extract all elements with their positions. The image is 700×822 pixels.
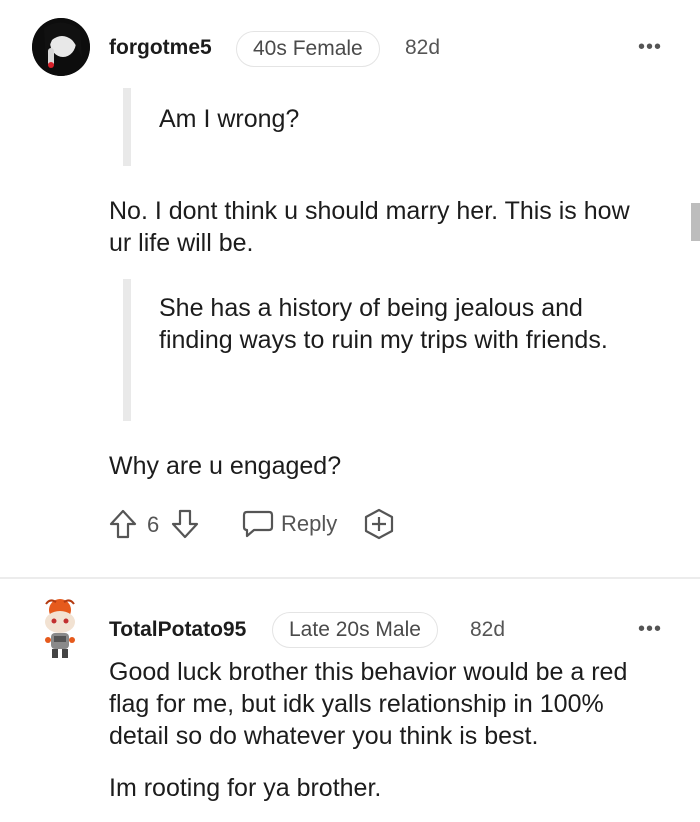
user-flair: 40s Female xyxy=(236,31,380,67)
quoted-text: She has a history of being jealous and f… xyxy=(159,294,608,354)
username[interactable]: forgotme5 xyxy=(109,36,212,60)
comment-age: 82d xyxy=(405,36,441,59)
more-options-icon[interactable]: ••• xyxy=(638,618,662,641)
user-avatar-image xyxy=(32,18,90,76)
user-flair: Late 20s Male xyxy=(272,612,438,648)
comment-text: No. I dont think u should marry her. Thi… xyxy=(109,197,630,257)
quote-bar xyxy=(123,279,131,421)
comment-text: Good luck brother this behavior would be… xyxy=(109,658,628,750)
avatar[interactable] xyxy=(36,598,84,660)
reply-icon[interactable] xyxy=(241,509,275,539)
award-icon[interactable] xyxy=(362,507,396,541)
reply-button[interactable]: Reply xyxy=(281,511,337,537)
avatar[interactable] xyxy=(32,18,90,76)
quoted-text: Am I wrong? xyxy=(159,105,300,133)
user-avatar-image xyxy=(45,599,75,658)
upvote-icon[interactable] xyxy=(108,508,138,540)
comment-text: Im rooting for ya brother. xyxy=(109,774,382,802)
comment-age: 82d xyxy=(470,618,506,641)
comment-divider xyxy=(0,577,700,579)
scrollbar-thumb[interactable] xyxy=(691,203,700,241)
downvote-icon[interactable] xyxy=(170,508,200,540)
quote-bar xyxy=(123,88,131,166)
username[interactable]: TotalPotato95 xyxy=(109,618,246,642)
more-options-icon[interactable]: ••• xyxy=(638,36,662,59)
vote-count: 6 xyxy=(147,512,160,537)
comment-text: Why are u engaged? xyxy=(109,452,342,480)
